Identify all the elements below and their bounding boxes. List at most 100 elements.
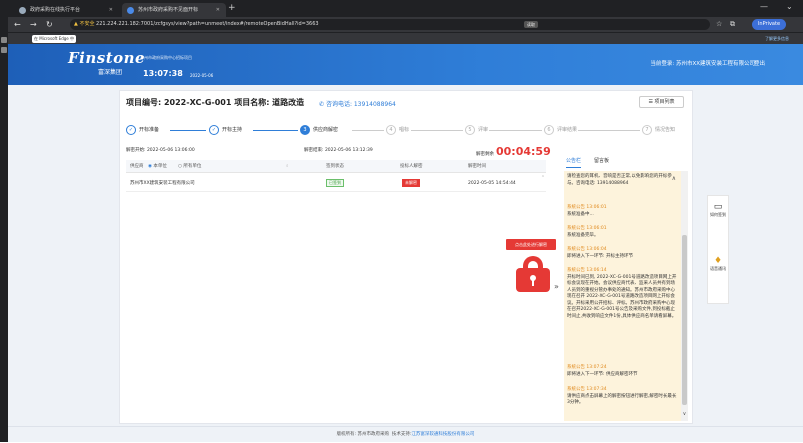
float-label: 语音通讯: [710, 266, 726, 271]
step-label: 开标准备: [139, 127, 160, 133]
tab-title: 政府采购在线执行平台: [30, 7, 81, 13]
sidebar-tab-icon[interactable]: [1, 37, 7, 43]
new-tab-icon[interactable]: +: [228, 3, 236, 13]
step-number: 3: [300, 125, 310, 135]
close-icon[interactable]: ✕: [109, 3, 113, 17]
step-label: 评审结果: [557, 127, 578, 133]
notice-text: 开标时间已到, 2022-XC-G-001号道路改造项目网上开标会议现在开始。会…: [567, 274, 677, 319]
open-in-edge-link[interactable]: 在 Microsoft Edge 中打开: [32, 35, 76, 49]
step-connector: [253, 130, 298, 131]
project-list-label: 项目列表: [654, 99, 675, 105]
consult-phone-text: 咨询电话: 13914088964: [325, 101, 396, 108]
col-status: 签到状态: [326, 164, 344, 169]
step-connector: [489, 130, 542, 131]
project-card: 项目编号: 2022-XC-G-001 项目名称: 道路改造 ✆ 咨询电话: 1…: [119, 90, 693, 424]
page-title: 项目编号: 2022-XC-G-001 项目名称: 道路改造: [126, 98, 305, 107]
list-item: 系统公告 13:06:01 系统准备完毕。: [567, 226, 679, 239]
lock-icon[interactable]: [516, 256, 550, 292]
more-icon[interactable]: ⌄: [786, 2, 793, 11]
address-bar: ← → ↻ ▲ 不安全 221.224.221.182:7001/zcfgsys…: [0, 17, 803, 32]
vertical-tab-strip: [0, 17, 8, 442]
url-field[interactable]: ▲ 不安全 221.224.221.182:7001/zcfgsys/view?…: [70, 19, 710, 30]
header-clock: 13:07:38: [143, 69, 183, 78]
step-label: 唱标: [399, 127, 410, 133]
current-user: 当前登录: 苏州市XX建筑安装工程有限公司: [650, 61, 755, 67]
step-connector: [411, 130, 463, 131]
collapse-panel-icon[interactable]: »: [554, 282, 559, 291]
favorites-icon[interactable]: ☆: [716, 20, 722, 28]
tab-notice[interactable]: 公告栏: [566, 155, 582, 168]
url-text: 221.224.221.182:7001/zcfgsys/view?path=u…: [96, 21, 319, 27]
filter-own-unit[interactable]: ◉ 本单位: [148, 160, 167, 173]
table-header: 供应商 ◉ 本单位 ○ 所有单位 ⌕ 签到状态 投标人解密 解密时间: [126, 160, 546, 173]
notice-text: 即将进入下一环节: 供应商解密环节: [567, 371, 638, 377]
phone-icon: ✆: [319, 101, 326, 108]
video-icon: ▭: [713, 202, 723, 212]
voice-call-button[interactable]: ♦ 语音通讯: [708, 256, 728, 271]
minimize-icon[interactable]: —: [760, 2, 768, 11]
footer-text: 版权所有: 苏州市政府采购 技术支持:江苏富深软通科技股份有限公司: [8, 427, 803, 443]
favorites-bar: 在 Microsoft Edge 中打开 了解更多信息: [0, 32, 803, 49]
browser-tab-1[interactable]: 政府采购在线执行平台 ✕: [14, 3, 119, 17]
insecure-label: 不安全: [79, 21, 95, 27]
step-number: 4: [386, 125, 396, 135]
search-icon[interactable]: ⌕: [286, 160, 289, 173]
notice-panel: 请检查您的耳机、音响是否正常,以免影响您的开标参与。咨询电话: 13914088…: [564, 171, 688, 421]
decrypt-countdown: 解密剩余 00:04:59: [476, 145, 551, 158]
read-mode-chip[interactable]: 读取: [524, 21, 538, 28]
notice-tabs: 公告栏 留言板: [564, 155, 688, 169]
chevron-down-icon[interactable]: ∨: [681, 411, 688, 417]
list-item: 系统公告 13:06:01 系统准备中...: [567, 205, 679, 218]
notice-scrollbar[interactable]: ∨: [681, 171, 688, 421]
decrypt-start-time: 解密开始: 2022-05-06 13:06:00: [126, 148, 195, 153]
filter-all-label: 所有单位: [183, 164, 202, 169]
check-icon: ✓: [209, 125, 219, 135]
tab-favicon-icon: [127, 7, 134, 14]
consult-phone: ✆ 咨询电话: 13914088964: [319, 99, 396, 108]
sign-in-help-button[interactable]: ▭ 如何签到: [708, 202, 728, 217]
filter-all-units[interactable]: ○ 所有单位: [178, 160, 201, 173]
decrypt-button[interactable]: 点击此处进行解密: [506, 239, 556, 250]
decrypt-end-time: 解密结束: 2022-05-06 13:12:39: [304, 148, 373, 153]
main-area: 项目编号: 2022-XC-G-001 项目名称: 道路改造 ✆ 咨询电话: 1…: [8, 85, 803, 426]
notice-text: 系统准备完毕。: [567, 232, 599, 238]
step-number: 5: [465, 125, 475, 135]
step-label: 评审: [478, 127, 489, 133]
brand-logo: Finstone: [68, 49, 146, 67]
support-label: 技术支持:: [391, 432, 412, 437]
col-time: 解密时间: [468, 164, 486, 169]
decrypt-badge: 未解密: [402, 179, 420, 187]
forward-icon[interactable]: →: [30, 20, 37, 29]
reload-icon[interactable]: ↻: [46, 20, 53, 29]
countdown-label: 解密剩余: [476, 152, 494, 157]
browser-tab-2[interactable]: 苏州市政府采购不见面开标 ✕: [122, 3, 226, 17]
sidebar-tab-icon[interactable]: [1, 47, 7, 53]
project-list-button[interactable]: ☰ 项目列表: [639, 96, 684, 108]
close-icon[interactable]: ✕: [216, 3, 220, 17]
list-item: 系统公告 13:06:04 即将进入下一环节: 开标主持环节: [567, 247, 679, 260]
float-label: 如何签到: [710, 212, 726, 217]
tab-messages[interactable]: 留言板: [594, 155, 609, 167]
step-connector: [170, 130, 206, 131]
collections-icon[interactable]: ⧉: [730, 20, 735, 29]
brand-subtitle: 富深集团: [98, 69, 123, 76]
decrypt-time: 2022-05-05 14:54:44: [468, 181, 516, 186]
chevron-up-icon[interactable]: ∧: [672, 175, 676, 182]
back-icon[interactable]: ←: [14, 20, 21, 29]
step-number: 7: [642, 125, 652, 135]
support-link[interactable]: 江苏富深软通科技股份有限公司: [411, 432, 474, 437]
tab-favicon-icon: [19, 7, 26, 14]
notice-text: 请供应商点击屏幕上的解密按钮进行解密,解密时长最长3分钟。: [567, 393, 677, 406]
scrollbar-thumb[interactable]: [682, 235, 687, 405]
table-scrollbar[interactable]: ⌃: [540, 175, 546, 192]
table-row: 苏州市XX建筑安装工程有限公司 已签到 未解密 2022-05-05 14:54…: [126, 175, 546, 192]
profile-button[interactable]: InPrivate: [752, 19, 786, 30]
site-header: Finstone 富深集团 苏州市政府采购中心招标项目 13:07:38 202…: [8, 44, 803, 85]
check-icon: ✓: [126, 125, 136, 135]
filter-own-label: 本单位: [153, 164, 167, 169]
copyright: 版权所有: 苏州市政府采购: [336, 432, 390, 437]
notice-text: 系统准备中...: [567, 211, 594, 217]
header-date: 2022-05-06: [190, 73, 214, 78]
learn-more-link[interactable]: 了解更多信息: [765, 35, 789, 43]
logout-link[interactable]: 登出: [754, 59, 765, 67]
